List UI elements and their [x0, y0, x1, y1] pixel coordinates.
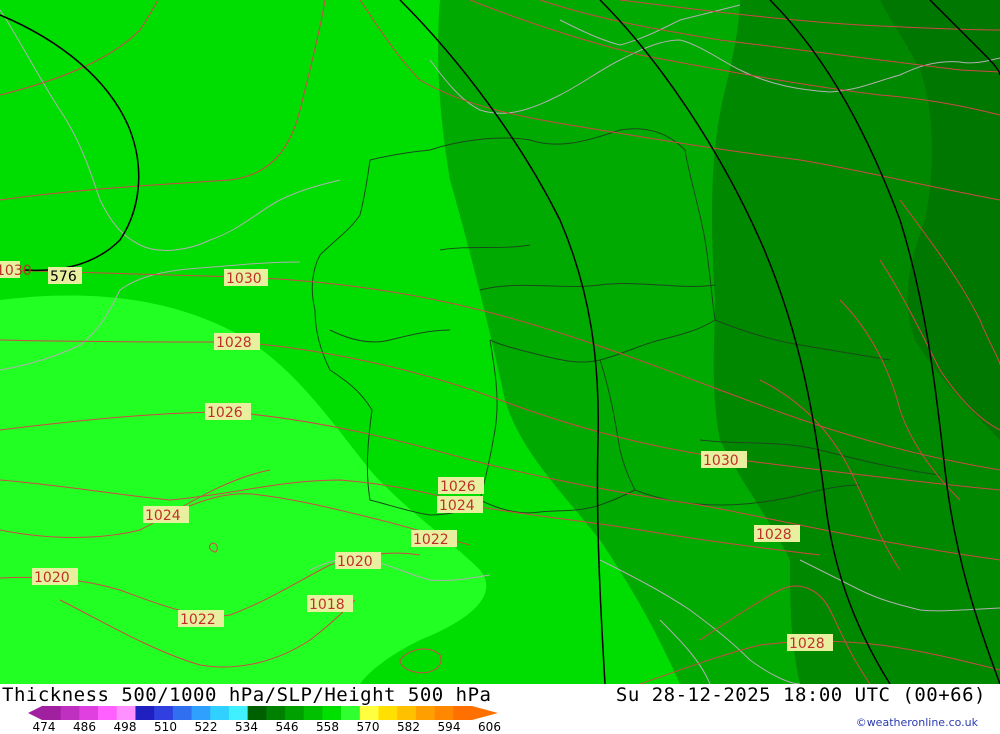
pressure-label: 1028: [214, 333, 260, 351]
scale-swatch: [322, 706, 342, 720]
forecast-datetime: Su 28-12-2025 18:00 UTC (00+66): [615, 684, 986, 706]
height-label-text: 576: [50, 269, 77, 285]
map-footer: Thickness 500/1000 hPa/SLP/Height 500 hP…: [0, 684, 1000, 734]
pressure-label-text: 1022: [180, 612, 216, 628]
pressure-label: 1018: [307, 595, 353, 613]
scale-tick-label: 582: [397, 720, 420, 734]
scale-tick-label: 486: [73, 720, 96, 734]
color-scale: [28, 706, 498, 720]
scale-swatch: [434, 706, 454, 720]
pressure-label: 1026: [205, 403, 251, 421]
pressure-label-text: 1020: [337, 554, 373, 570]
pressure-label-text: 1030: [703, 453, 739, 469]
pressure-label-text: 1018: [309, 597, 345, 613]
scale-swatch: [172, 706, 193, 720]
pressure-label: 1026: [438, 477, 484, 495]
pressure-label: 1030: [224, 269, 268, 287]
scale-tick-label: 558: [316, 720, 339, 734]
weather-map: 1030 576 1030 1028 1026 1024 1020 1022 1…: [0, 0, 1000, 684]
scale-swatch: [285, 706, 305, 720]
height-label: 576: [48, 267, 82, 285]
scale-swatch: [228, 706, 249, 720]
scale-swatch: [341, 706, 361, 720]
scale-swatch: [98, 706, 118, 720]
pressure-label: 1028: [787, 634, 833, 652]
scale-tick-label: 606: [478, 720, 501, 734]
scale-swatch: [210, 706, 230, 720]
scale-tick-label: 546: [275, 720, 299, 734]
scale-swatch: [191, 706, 211, 720]
scale-swatch: [378, 706, 398, 720]
scale-swatch: [453, 706, 473, 720]
scale-tick-label: 498: [113, 720, 137, 734]
pressure-label-text: 1030: [226, 271, 262, 287]
scale-tick-label: 510: [154, 720, 177, 734]
scale-swatch: [359, 706, 380, 720]
pressure-label-text: 1026: [207, 405, 243, 421]
scale-tick-label: 522: [194, 720, 218, 734]
pressure-label-text: 1024: [145, 508, 181, 524]
pressure-label-text: 1024: [439, 498, 475, 514]
scale-swatch: [266, 706, 286, 720]
map-title: Thickness 500/1000 hPa/SLP/Height 500 hP…: [2, 684, 492, 706]
scale-swatch: [79, 706, 99, 720]
scale-arrow-left: [28, 706, 42, 720]
scale-swatch: [60, 706, 80, 720]
scale-tick-label: 594: [437, 720, 461, 734]
pressure-label: 1030: [701, 451, 747, 469]
pressure-label: 1024: [143, 506, 189, 524]
pressure-label-text: 1026: [440, 479, 476, 495]
scale-swatch: [397, 706, 417, 720]
scale-arrow-right: [472, 706, 498, 720]
scale-tick-label: 474: [32, 720, 56, 734]
pressure-label: 1020: [32, 568, 78, 586]
pressure-label-text: 1020: [34, 570, 70, 586]
scale-tick-label: 534: [235, 720, 258, 734]
pressure-label-text: 1028: [216, 335, 252, 351]
pressure-label: 1030: [0, 261, 32, 279]
pressure-label-text: 1028: [789, 636, 825, 652]
pressure-label: 1028: [754, 525, 800, 543]
pressure-label: 1022: [178, 610, 224, 628]
scale-swatch: [42, 706, 62, 720]
scale-swatch: [135, 706, 155, 720]
credit-text: ©weatheronline.co.uk: [855, 716, 978, 729]
scale-tick-label: 570: [356, 720, 380, 734]
pressure-label: 1022: [411, 530, 457, 548]
pressure-label: 1020: [335, 552, 381, 570]
scale-swatch: [303, 706, 323, 720]
pressure-label: 1024: [437, 496, 483, 514]
scale-swatch: [116, 706, 136, 720]
color-scale-ticks: 474 486 498 510 522 534 546 558 570 582 594 606: [28, 720, 508, 734]
pressure-label-text: 1028: [756, 527, 792, 543]
pressure-label-text: 1030: [0, 263, 32, 279]
pressure-label-text: 1022: [413, 532, 449, 548]
scale-swatch: [415, 706, 436, 720]
scale-swatch: [154, 706, 174, 720]
scale-swatch: [247, 706, 267, 720]
